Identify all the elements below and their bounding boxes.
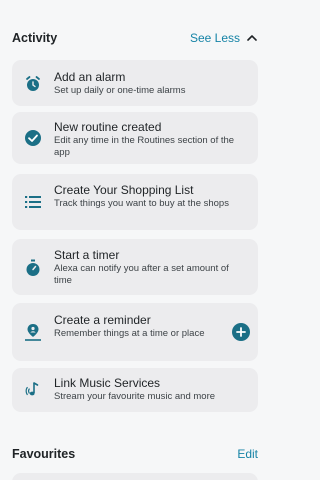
card-title: Create Your Shopping List xyxy=(54,183,194,197)
card-new-routine[interactable]: New routine created Edit any time in the… xyxy=(12,112,258,164)
see-less-label: See Less xyxy=(189,31,240,45)
card-description: Alexa can notify you after a set amount … xyxy=(54,263,229,286)
favourites-header: Favourites Edit xyxy=(12,443,258,465)
activity-header: Activity See Less xyxy=(12,27,258,49)
card-start-timer[interactable]: Start a timer Alexa can notify you after… xyxy=(12,239,258,295)
card-create-reminder[interactable]: Create a reminder Remember things at a t… xyxy=(12,303,258,361)
card-description: Track things you want to buy at the shop… xyxy=(54,198,229,209)
add-reminder-button[interactable] xyxy=(232,323,250,341)
card-description: Stream your favourite music and more xyxy=(54,391,216,402)
card-description: Edit any time in the Routines section of… xyxy=(54,135,235,158)
music-note-icon xyxy=(25,382,39,396)
card-title: Add an alarm xyxy=(54,70,126,84)
location-person-icon xyxy=(25,324,41,341)
favourites-title: Favourites xyxy=(12,447,76,461)
favourites-card-partial xyxy=(12,473,258,480)
chevron-up-icon xyxy=(247,35,257,41)
card-title: Link Music Services xyxy=(54,376,161,390)
card-description: Set up daily or one-time alarms xyxy=(54,85,186,96)
check-circle-icon xyxy=(25,130,41,146)
card-title: Create a reminder xyxy=(54,313,151,327)
card-add-alarm[interactable]: Add an alarm Set up daily or one-time al… xyxy=(12,60,258,106)
edit-favourites-button[interactable]: Edit xyxy=(237,447,258,461)
list-icon xyxy=(25,196,41,208)
alexa-activity-screen: Activity See Less Add an alarm Set up da… xyxy=(0,0,270,480)
see-less-button[interactable]: See Less xyxy=(190,31,258,45)
card-title: New routine created xyxy=(54,120,162,134)
card-link-music[interactable]: Link Music Services Stream your favourit… xyxy=(12,368,258,412)
card-description: Remember things at a time or place xyxy=(54,328,205,339)
timer-icon xyxy=(26,259,40,276)
activity-title: Activity xyxy=(12,31,58,45)
card-shopping-list[interactable]: Create Your Shopping List Track things y… xyxy=(12,174,258,230)
alarm-clock-icon xyxy=(26,76,40,91)
plus-icon xyxy=(236,327,246,337)
card-title: Start a timer xyxy=(54,248,120,262)
